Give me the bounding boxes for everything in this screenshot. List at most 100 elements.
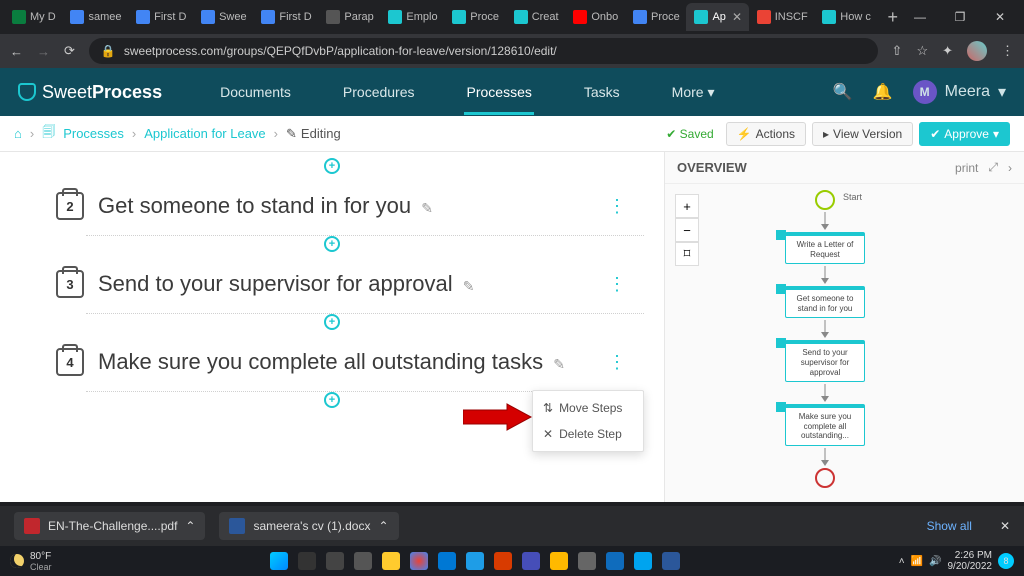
- approve-button[interactable]: ✔Approve ▾: [919, 122, 1010, 146]
- flow-end-node[interactable]: [815, 468, 835, 488]
- profile-avatar-icon[interactable]: [967, 41, 987, 61]
- delete-step-item[interactable]: ✕Delete Step: [533, 421, 643, 447]
- app-icon[interactable]: [606, 552, 624, 570]
- browser-tab[interactable]: My D: [4, 3, 62, 31]
- process-step[interactable]: 4Make sure you complete all outstanding …: [0, 332, 664, 392]
- widgets-icon[interactable]: [354, 552, 372, 570]
- nav-link[interactable]: Procedures: [317, 70, 441, 115]
- nav-link[interactable]: Tasks: [558, 70, 646, 115]
- browser-tab[interactable]: How c: [814, 3, 877, 31]
- nav-link[interactable]: Processes: [441, 70, 558, 115]
- view-version-button[interactable]: ▸View Version: [812, 122, 913, 146]
- search-icon[interactable]: 🔍: [833, 82, 853, 102]
- close-shelf-button[interactable]: ✕: [1000, 519, 1010, 533]
- close-tab-icon[interactable]: ✕: [732, 10, 742, 24]
- chrome-icon[interactable]: [410, 552, 428, 570]
- step-menu-button[interactable]: ⋮: [608, 352, 624, 373]
- nav-reload-icon[interactable]: ⟳: [64, 43, 75, 59]
- search-taskbar-icon[interactable]: [298, 552, 316, 570]
- weather-widget[interactable]: 80°FClear: [10, 551, 52, 572]
- taskview-icon[interactable]: [326, 552, 344, 570]
- browser-tab[interactable]: Proce: [625, 3, 686, 31]
- kebab-menu-icon[interactable]: ⋮: [1001, 43, 1014, 59]
- expand-icon[interactable]: ⤢: [988, 160, 998, 175]
- app-logo[interactable]: SweetProcess: [18, 82, 162, 103]
- folder-icon[interactable]: [550, 552, 568, 570]
- step-menu-button[interactable]: ⋮: [608, 196, 624, 217]
- zoom-fit-button[interactable]: ⌑: [675, 242, 699, 266]
- add-step-button[interactable]: +: [324, 236, 340, 252]
- download-item[interactable]: EN-The-Challenge....pdf⌃: [14, 512, 205, 540]
- bell-icon[interactable]: 🔔: [873, 82, 893, 102]
- step-title[interactable]: Get someone to stand in for you ✎: [98, 193, 433, 219]
- mail-icon[interactable]: [438, 552, 456, 570]
- window-minimize[interactable]: —: [908, 10, 932, 24]
- flow-node[interactable]: Write a Letter of Request: [785, 232, 865, 264]
- teams-icon[interactable]: [522, 552, 540, 570]
- chevron-up-icon[interactable]: ⌃: [185, 519, 195, 533]
- add-step-button[interactable]: +: [324, 158, 340, 174]
- nav-forward-icon[interactable]: →: [37, 44, 50, 59]
- start-icon[interactable]: [270, 552, 288, 570]
- step-title[interactable]: Send to your supervisor for approval ✎: [98, 271, 474, 297]
- browser-tab[interactable]: Onbo: [565, 3, 625, 31]
- edge-icon[interactable]: [466, 552, 484, 570]
- add-step-button[interactable]: +: [324, 314, 340, 330]
- wifi-icon[interactable]: 📶: [911, 556, 923, 567]
- zoom-in-button[interactable]: +: [675, 194, 699, 218]
- pencil-icon[interactable]: ✎: [553, 356, 565, 372]
- chevron-up-icon[interactable]: ⌃: [378, 519, 388, 533]
- app-icon[interactable]: [634, 552, 652, 570]
- home-icon[interactable]: ⌂: [14, 126, 22, 141]
- browser-tab[interactable]: Proce: [444, 3, 505, 31]
- url-input[interactable]: 🔒 sweetprocess.com/groups/QEPQfDvbP/appl…: [89, 38, 878, 64]
- chevron-right-icon[interactable]: ›: [1008, 161, 1012, 175]
- app-icon[interactable]: [578, 552, 596, 570]
- word-icon[interactable]: [662, 552, 680, 570]
- browser-tab[interactable]: Creat: [506, 3, 566, 31]
- window-close[interactable]: ✕: [988, 10, 1012, 24]
- browser-tab[interactable]: First D: [128, 3, 193, 31]
- browser-tab[interactable]: samee: [62, 3, 128, 31]
- flow-node[interactable]: Make sure you complete all outstanding..…: [785, 404, 865, 446]
- pencil-icon[interactable]: ✎: [421, 200, 433, 216]
- flow-node[interactable]: Send to your supervisor for approval: [785, 340, 865, 382]
- system-tray[interactable]: ˄ 📶 🔊 2:26 PM9/20/2022 8: [899, 550, 1014, 572]
- bookmark-icon[interactable]: ☆: [916, 43, 928, 59]
- office-icon[interactable]: [494, 552, 512, 570]
- volume-icon[interactable]: 🔊: [929, 556, 941, 567]
- new-tab-button[interactable]: +: [877, 7, 908, 28]
- breadcrumb-processes[interactable]: Processes: [63, 126, 124, 141]
- step-title[interactable]: Make sure you complete all outstanding t…: [98, 349, 565, 375]
- process-step[interactable]: 2Get someone to stand in for you ✎⋮: [0, 176, 664, 236]
- breadcrumb-process[interactable]: Application for Leave: [144, 126, 265, 141]
- process-step[interactable]: 3Send to your supervisor for approval ✎⋮: [0, 254, 664, 314]
- zoom-out-button[interactable]: −: [675, 218, 699, 242]
- share-icon[interactable]: ⇧: [892, 43, 903, 59]
- nav-link[interactable]: More ▾: [646, 70, 741, 115]
- browser-tab[interactable]: Parap: [318, 3, 380, 31]
- tray-chevron-icon[interactable]: ˄: [899, 556, 905, 567]
- add-step-button[interactable]: +: [324, 392, 340, 408]
- browser-tab[interactable]: Swee: [193, 3, 253, 31]
- flow-node[interactable]: Get someone to stand in for you: [785, 286, 865, 318]
- explorer-icon[interactable]: [382, 552, 400, 570]
- nav-back-icon[interactable]: ←: [10, 44, 23, 59]
- show-all-downloads[interactable]: Show all: [927, 519, 972, 533]
- notification-badge[interactable]: 8: [998, 553, 1014, 569]
- step-menu-button[interactable]: ⋮: [608, 274, 624, 295]
- extensions-icon[interactable]: ✦: [942, 43, 953, 59]
- window-maximize[interactable]: ❐: [948, 10, 972, 24]
- browser-tab[interactable]: Ap✕: [686, 3, 748, 31]
- browser-tab[interactable]: Emplo: [380, 3, 444, 31]
- actions-button[interactable]: ⚡Actions: [726, 122, 806, 146]
- move-steps-item[interactable]: ⇅Move Steps: [533, 395, 643, 421]
- pencil-icon[interactable]: ✎: [463, 278, 475, 294]
- browser-tab[interactable]: First D: [253, 3, 318, 31]
- user-menu[interactable]: M Meera ▾: [913, 80, 1006, 104]
- nav-link[interactable]: Documents: [194, 70, 317, 115]
- flow-start-node[interactable]: [815, 190, 835, 210]
- print-link[interactable]: print: [955, 161, 978, 175]
- download-item[interactable]: sameera's cv (1).docx⌃: [219, 512, 398, 540]
- browser-tab[interactable]: INSCF: [749, 3, 815, 31]
